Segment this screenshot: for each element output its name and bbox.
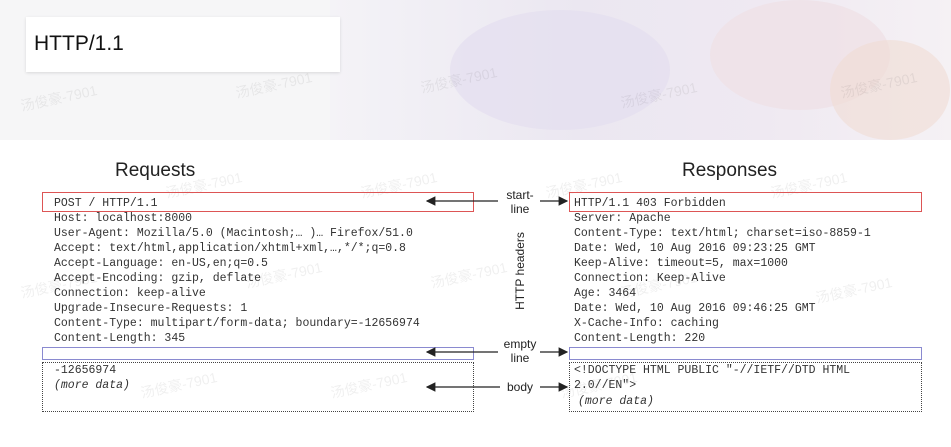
connector-arrows bbox=[425, 196, 569, 392]
